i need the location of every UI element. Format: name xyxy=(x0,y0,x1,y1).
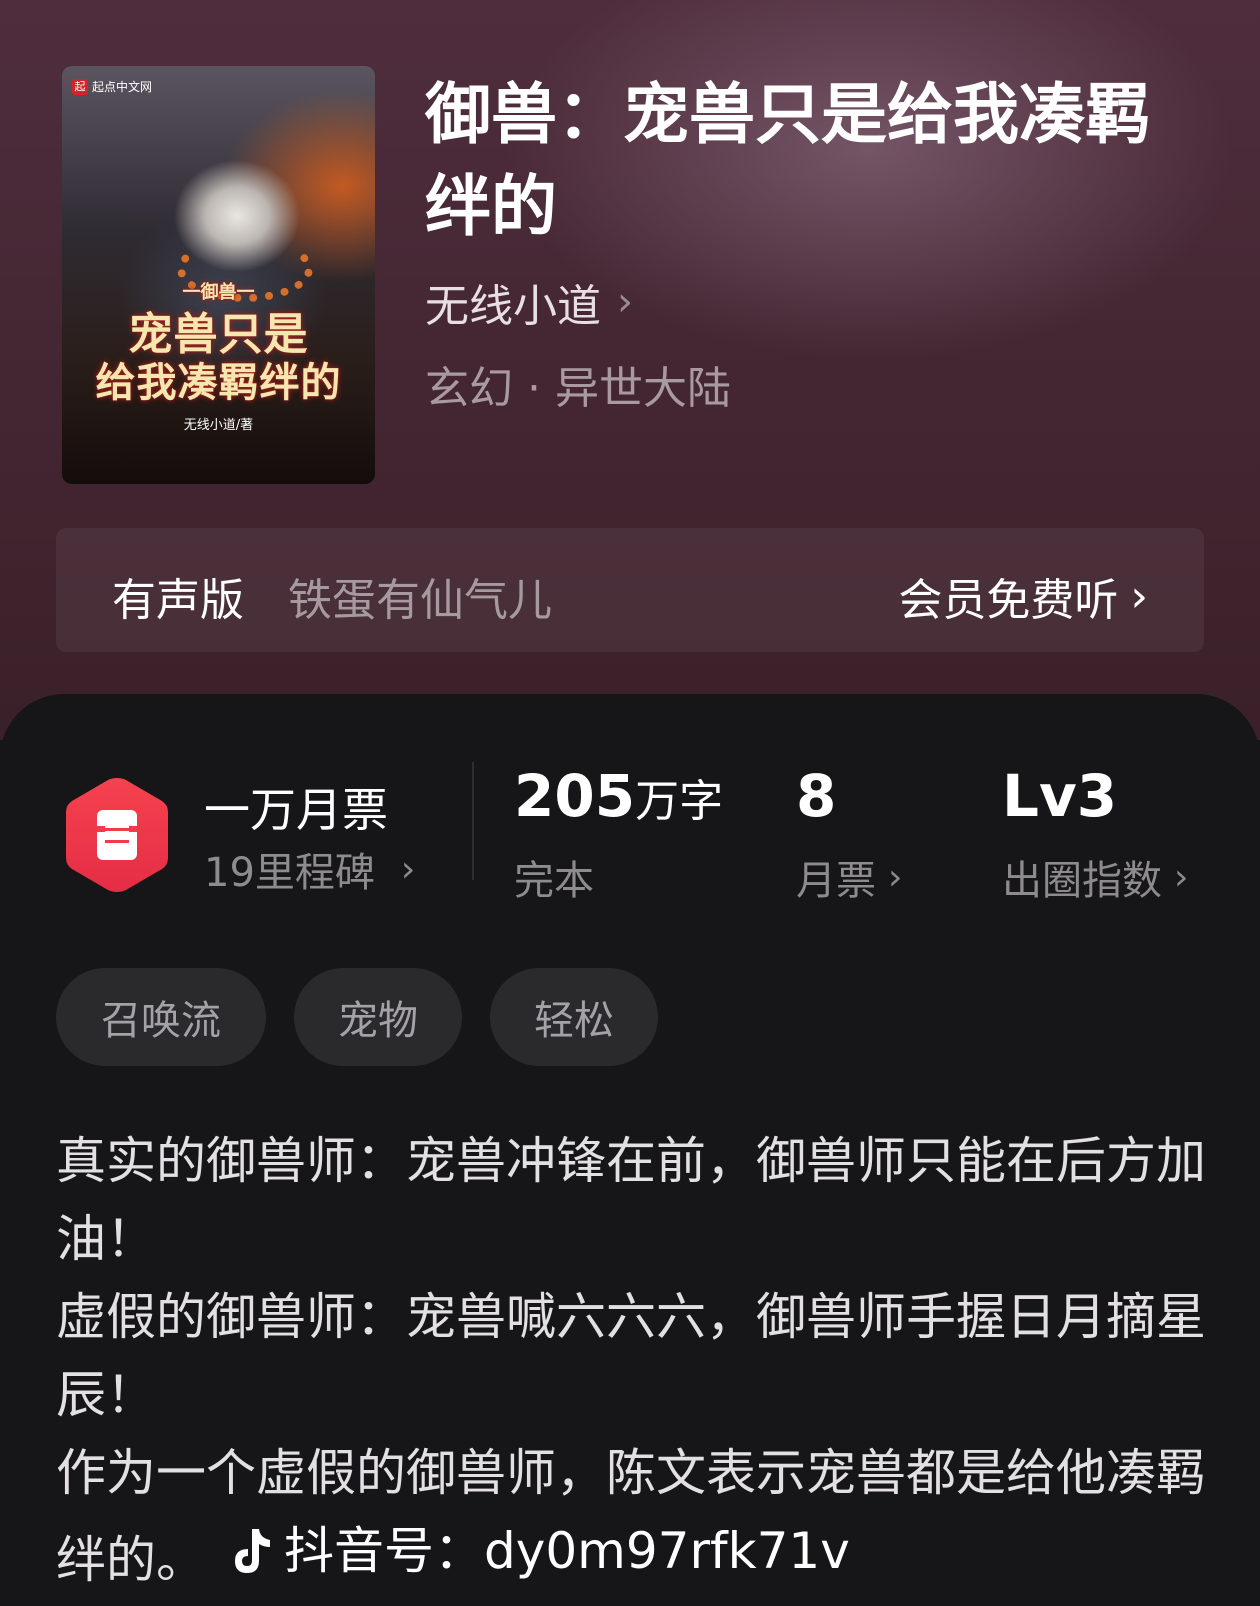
monthly-votes-link[interactable]: 月票 › xyxy=(796,848,902,906)
milestone-sub: 19里程碑 xyxy=(204,850,375,896)
monthly-votes-label: 月票 xyxy=(796,858,876,904)
author-link[interactable]: 无线小道 › xyxy=(425,270,633,334)
description-paragraph: 虚假的御兽师：宠兽喊六六六，御兽师手握日月摘星辰！ xyxy=(56,1288,1206,1424)
audio-label: 有声版 xyxy=(112,575,244,626)
description-paragraph: 作为一个虚假的御兽师，陈文表示宠兽都是给他凑羁绊的。 抖音号：dy0m97rfk7… xyxy=(56,1434,1216,1599)
audio-narrator: 铁蛋有仙气儿 xyxy=(288,575,552,626)
chevron-right-icon: › xyxy=(1130,570,1148,622)
tag-summon[interactable]: 召唤流 xyxy=(56,968,266,1066)
chevron-right-icon: › xyxy=(400,848,416,890)
level-value: Lv3 xyxy=(1002,762,1118,830)
platform-logo: 起 起点中文网 xyxy=(72,78,152,95)
stat-divider xyxy=(472,762,474,880)
platform-logo-icon: 起 xyxy=(72,78,88,95)
word-count: 205万字 xyxy=(514,762,724,830)
book-description: 真实的御兽师：宠兽冲锋在前，御兽师只能在后方加油！ 虚假的御兽师：宠兽喊六六六，… xyxy=(56,1122,1216,1599)
level-index-link[interactable]: 出圈指数 › xyxy=(1002,848,1188,906)
audio-version-bar[interactable]: 有声版 铁蛋有仙气儿 会员免费听 › xyxy=(56,528,1204,652)
genre-label: 玄幻 · 异世大陆 xyxy=(425,363,731,414)
description-paragraph: 真实的御兽师：宠兽冲锋在前，御兽师只能在后方加油！ xyxy=(56,1132,1206,1268)
douyin-id: 抖音号：dy0m97rfk71v xyxy=(284,1522,850,1580)
tag-pet[interactable]: 宠物 xyxy=(294,968,462,1066)
douyin-watermark: 抖音号：dy0m97rfk71v xyxy=(226,1512,850,1590)
level-label: 出圈指数 xyxy=(1002,858,1162,904)
book-header: 起 起点中文网 一御兽一 宠兽只是 给我凑羁绊的 无线小道/著 御兽：宠兽只是给… xyxy=(0,0,1260,740)
cover-author: 无线小道/著 xyxy=(183,418,254,433)
ticket-hexagon-icon xyxy=(66,778,168,892)
member-free-listen-label: 会员免费听 xyxy=(898,575,1119,626)
book-cover[interactable]: 起 起点中文网 一御兽一 宠兽只是 给我凑羁绊的 无线小道/著 xyxy=(62,66,375,484)
cover-title-line2: 给我凑羁绊的 xyxy=(95,359,342,406)
author-name: 无线小道 xyxy=(425,281,601,332)
tiktok-icon xyxy=(235,1529,270,1573)
status-label: 完本 xyxy=(514,858,594,904)
member-free-listen-button[interactable]: 会员免费听 › xyxy=(898,564,1148,628)
chevron-right-icon: › xyxy=(1174,856,1189,898)
tag-relaxed[interactable]: 轻松 xyxy=(490,968,658,1066)
milestone-title: 一万月票 xyxy=(204,783,388,837)
chevron-right-icon: › xyxy=(888,856,903,898)
monthly-votes-count: 8 xyxy=(796,762,837,830)
book-title: 御兽：宠兽只是给我凑羁绊的 xyxy=(425,75,1151,245)
chevron-right-icon: › xyxy=(617,279,633,325)
milestone-link[interactable]: 19里程碑 › xyxy=(204,840,415,898)
platform-logo-text: 起点中文网 xyxy=(92,80,153,94)
